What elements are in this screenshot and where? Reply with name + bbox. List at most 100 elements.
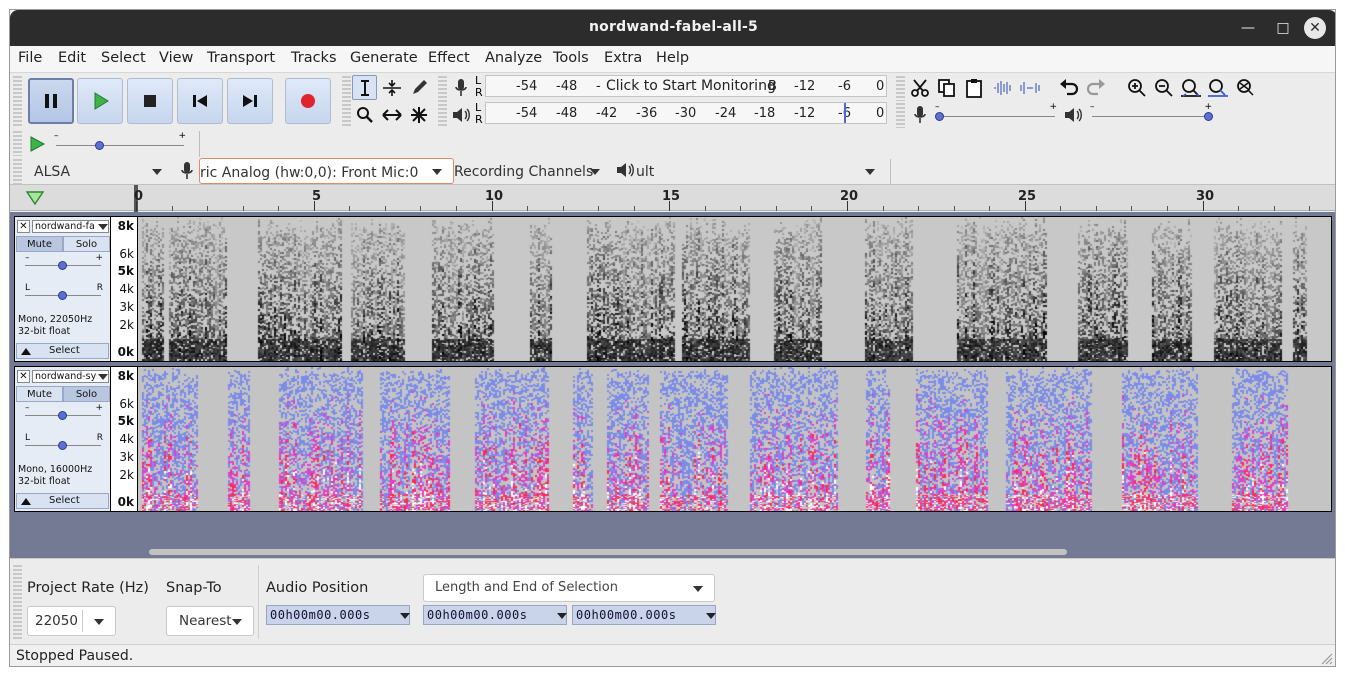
menu-generate[interactable]: Generate (350, 50, 418, 66)
solo-button[interactable]: Solo (63, 386, 110, 402)
skip-to-start-button[interactable] (177, 78, 223, 124)
record-meter-button[interactable] (448, 75, 473, 100)
project-rate-combo[interactable]: 22050 (27, 606, 116, 636)
slider-thumb[interactable] (58, 261, 67, 270)
menu-effect[interactable]: Effect (428, 50, 470, 66)
selection-tool[interactable] (352, 75, 377, 100)
zoom-out-button[interactable] (1151, 75, 1176, 100)
silence-audio-button[interactable] (1017, 75, 1042, 100)
zoom-tool[interactable] (352, 102, 377, 127)
close-track-button[interactable]: ✕ (17, 220, 30, 233)
toolbar-grip[interactable] (896, 76, 905, 101)
track-control-panel[interactable]: ✕ nordwand-fa Mute Solo – + L R Mono, 22… (15, 217, 110, 361)
horizontal-scrollbar[interactable] (10, 548, 1335, 558)
toolbar-grip[interactable] (13, 76, 22, 128)
menu-file[interactable]: File (18, 50, 42, 66)
selection-length-time[interactable]: 00h00m00.000s (423, 605, 567, 625)
toolbar-grip[interactable] (13, 565, 22, 639)
timeline-options-button[interactable] (25, 190, 45, 209)
mute-button[interactable]: Mute (16, 236, 63, 252)
audio-position-time[interactable]: 00h00m00.000s (266, 605, 410, 625)
fit-selection-button[interactable] (1178, 75, 1203, 100)
menu-analyze[interactable]: Analyze (485, 50, 542, 66)
slider-thumb[interactable] (95, 141, 104, 150)
toolbar-grip[interactable] (342, 76, 351, 128)
recording-device-select[interactable]: ric Analog (hw:0,0): Front Mic:0 (199, 158, 454, 184)
menu-tools[interactable]: Tools (553, 50, 589, 66)
spectrogram-color[interactable] (138, 367, 1331, 511)
timeline-ruler[interactable]: 0 5 10 15 20 25 30 (10, 184, 1335, 212)
fit-project-button[interactable] (1205, 75, 1230, 100)
menu-extra[interactable]: Extra (604, 50, 642, 66)
selection-mode-select[interactable]: Length and End of Selection (423, 574, 715, 602)
cut-button[interactable] (907, 75, 932, 100)
playback-meter-button[interactable] (448, 102, 473, 127)
pan-slider[interactable]: L R (23, 283, 103, 301)
play-icon (30, 135, 45, 152)
solo-button[interactable]: Solo (63, 236, 110, 252)
audio-track[interactable]: ✕ nordwand-fa Mute Solo – + L R Mono, 22… (14, 216, 1332, 362)
record-button[interactable] (285, 78, 331, 124)
stop-button[interactable] (127, 78, 173, 124)
multi-tool[interactable] (406, 102, 431, 127)
recording-volume-slider[interactable]: – + (935, 102, 1057, 126)
toolbar-grip[interactable] (13, 131, 22, 156)
maximize-button[interactable]: □ (1271, 16, 1295, 40)
playback-volume-slider[interactable]: – + (1090, 102, 1213, 126)
track-control-panel[interactable]: ✕ nordwand-sy Mute Solo – + L R Mono, 16… (15, 367, 110, 511)
audio-host-select[interactable]: ALSA (24, 159, 172, 183)
spectrogram-grayscale[interactable] (138, 217, 1331, 361)
playback-meter[interactable]: -54 -48 -42 -36 -30 -24 -18 -12 -6 0 (485, 102, 887, 124)
menu-edit[interactable]: Edit (58, 50, 86, 66)
time-shift-tool[interactable] (379, 102, 404, 127)
menu-tracks[interactable]: Tracks (291, 50, 337, 66)
slider-thumb[interactable] (935, 112, 944, 121)
selection-end-time[interactable]: 00h00m00.000s (572, 605, 716, 625)
menu-transport[interactable]: Transport (207, 50, 275, 66)
mute-button[interactable]: Mute (16, 386, 63, 402)
skip-to-end-button[interactable] (227, 78, 273, 124)
track-menu-button[interactable]: nordwand-sy (32, 370, 109, 383)
paste-button[interactable] (961, 75, 986, 100)
play-button[interactable] (77, 78, 123, 124)
close-track-button[interactable]: ✕ (17, 370, 30, 383)
copy-button[interactable] (934, 75, 959, 100)
close-window-button[interactable]: ✕ (1304, 17, 1326, 39)
toolbar-grip[interactable] (438, 76, 447, 128)
playback-device-select[interactable]: ult (636, 159, 886, 183)
recording-channels-select[interactable]: Recording Channels (454, 159, 614, 183)
play-at-speed-button[interactable] (24, 131, 49, 156)
toolbar-grip[interactable] (896, 103, 905, 128)
snap-to-select[interactable]: Nearest (166, 606, 254, 636)
menu-view[interactable]: View (159, 50, 193, 66)
menu-help[interactable]: Help (656, 50, 689, 66)
pan-slider[interactable]: L R (23, 433, 103, 451)
slider-thumb[interactable] (1204, 112, 1213, 121)
minimize-button[interactable]: — (1236, 16, 1260, 40)
slider-thumb[interactable] (58, 441, 67, 450)
select-track-button[interactable]: Select (49, 495, 80, 506)
undo-button[interactable] (1056, 75, 1081, 100)
slider-thumb[interactable] (58, 411, 67, 420)
envelope-tool[interactable] (379, 75, 404, 100)
record-meter[interactable]: -54 -48 - Click to Start Monitoring B -1… (485, 75, 887, 97)
trim-audio-button[interactable] (990, 75, 1015, 100)
scrollbar-thumb[interactable] (149, 549, 1067, 555)
menu-select[interactable]: Select (101, 50, 146, 66)
select-track-button[interactable]: Select (49, 345, 80, 356)
track-menu-button[interactable]: nordwand-fa (32, 220, 109, 233)
audio-track[interactable]: ✕ nordwand-sy Mute Solo – + L R Mono, 16… (14, 366, 1332, 512)
pause-button[interactable] (28, 78, 74, 124)
playback-speed-slider[interactable]: – + (54, 131, 190, 155)
track-select-bar[interactable]: Select (16, 343, 109, 359)
zoom-in-button[interactable] (1124, 75, 1149, 100)
gain-slider[interactable]: – + (23, 403, 103, 421)
zoom-toggle-button[interactable] (1232, 75, 1257, 100)
gain-slider[interactable]: – + (23, 253, 103, 271)
resize-grip-icon[interactable] (1319, 651, 1333, 665)
slider-thumb[interactable] (58, 291, 67, 300)
redo-button[interactable] (1083, 75, 1108, 100)
draw-tool[interactable] (406, 75, 431, 100)
track-select-bar[interactable]: Select (16, 493, 109, 509)
toolbar-grip[interactable] (13, 159, 22, 184)
